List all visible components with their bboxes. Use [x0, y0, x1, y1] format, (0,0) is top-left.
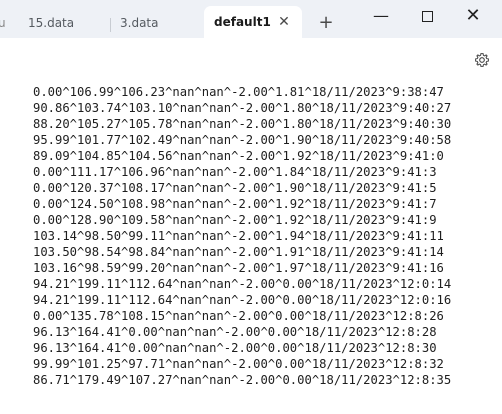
- tab-partial[interactable]: u: [0, 10, 10, 36]
- text-line: 0.00^111.17^106.96^nan^nan^-2.00^1.84^18…: [33, 165, 437, 179]
- close-window-button[interactable]: ✕: [450, 0, 496, 32]
- text-line: 0.00^120.37^108.17^nan^nan^-2.00^1.90^18…: [33, 181, 437, 195]
- maximize-icon: [421, 11, 433, 22]
- maximize-button[interactable]: [404, 0, 450, 32]
- text-line: 103.16^98.59^99.20^nan^nan^-2.00^1.97^18…: [33, 261, 444, 275]
- text-line: 94.21^199.11^112.64^nan^nan^-2.00^0.00^1…: [33, 293, 452, 307]
- notepad-window: u 15.data 3.data default1 ✕ + — ✕ 0.00^1: [0, 0, 502, 414]
- text-line: 88.20^105.27^105.78^nan^nan^-2.00^1.80^1…: [33, 117, 452, 131]
- text-line: 103.14^98.50^99.11^nan^nan^-2.00^1.94^18…: [33, 229, 444, 243]
- plus-icon[interactable]: +: [315, 12, 337, 34]
- tab-label: default1: [214, 15, 271, 29]
- text-line: 94.21^199.11^112.64^nan^nan^-2.00^0.00^1…: [33, 277, 452, 291]
- text-line: 89.09^104.85^104.56^nan^nan^-2.00^1.92^1…: [33, 149, 444, 163]
- tab-label: u: [0, 16, 6, 30]
- tab-3-data[interactable]: 3.data: [120, 10, 200, 36]
- text-line: 90.86^103.74^103.10^nan^nan^-2.00^1.80^1…: [33, 101, 452, 115]
- text-line: 0.00^106.99^106.23^nan^nan^-2.00^1.81^18…: [33, 85, 444, 99]
- text-line: 86.71^179.49^107.27^nan^nan^-2.00^0.00^1…: [33, 373, 452, 387]
- close-icon: ✕: [465, 5, 481, 26]
- text-line: 99.99^101.25^97.71^nan^nan^-2.00^0.00^18…: [33, 357, 444, 371]
- tab-label: 3.data: [120, 16, 159, 30]
- text-line: 0.00^135.78^108.15^nan^nan^-2.00^0.00^18…: [33, 309, 444, 323]
- text-line: 0.00^128.90^109.58^nan^nan^-2.00^1.92^18…: [33, 213, 437, 227]
- minimize-button[interactable]: —: [358, 0, 404, 32]
- text-line: 96.13^164.41^0.00^nan^nan^-2.00^0.00^18/…: [33, 325, 437, 339]
- text-editor[interactable]: 0.00^106.99^106.23^nan^nan^-2.00^1.81^18…: [0, 78, 502, 414]
- text-line: 96.13^164.41^0.00^nan^nan^-2.00^0.00^18/…: [33, 341, 437, 355]
- gear-icon[interactable]: [474, 52, 490, 68]
- text-line: 103.50^98.54^98.84^nan^nan^-2.00^1.91^18…: [33, 245, 444, 259]
- tab-divider: [110, 18, 111, 32]
- toolbar: [0, 38, 502, 78]
- tab-15-data[interactable]: 15.data: [28, 10, 118, 36]
- tab-default1[interactable]: default1 ✕: [204, 6, 302, 38]
- text-line: 95.99^101.77^102.49^nan^nan^-2.00^1.90^1…: [33, 133, 452, 147]
- title-bar: u 15.data 3.data default1 ✕ + — ✕: [0, 0, 502, 38]
- minimize-icon: —: [373, 6, 389, 25]
- tab-label: 15.data: [28, 16, 75, 30]
- close-icon[interactable]: ✕: [274, 12, 294, 32]
- text-line: 0.00^124.50^108.98^nan^nan^-2.00^1.92^18…: [33, 197, 437, 211]
